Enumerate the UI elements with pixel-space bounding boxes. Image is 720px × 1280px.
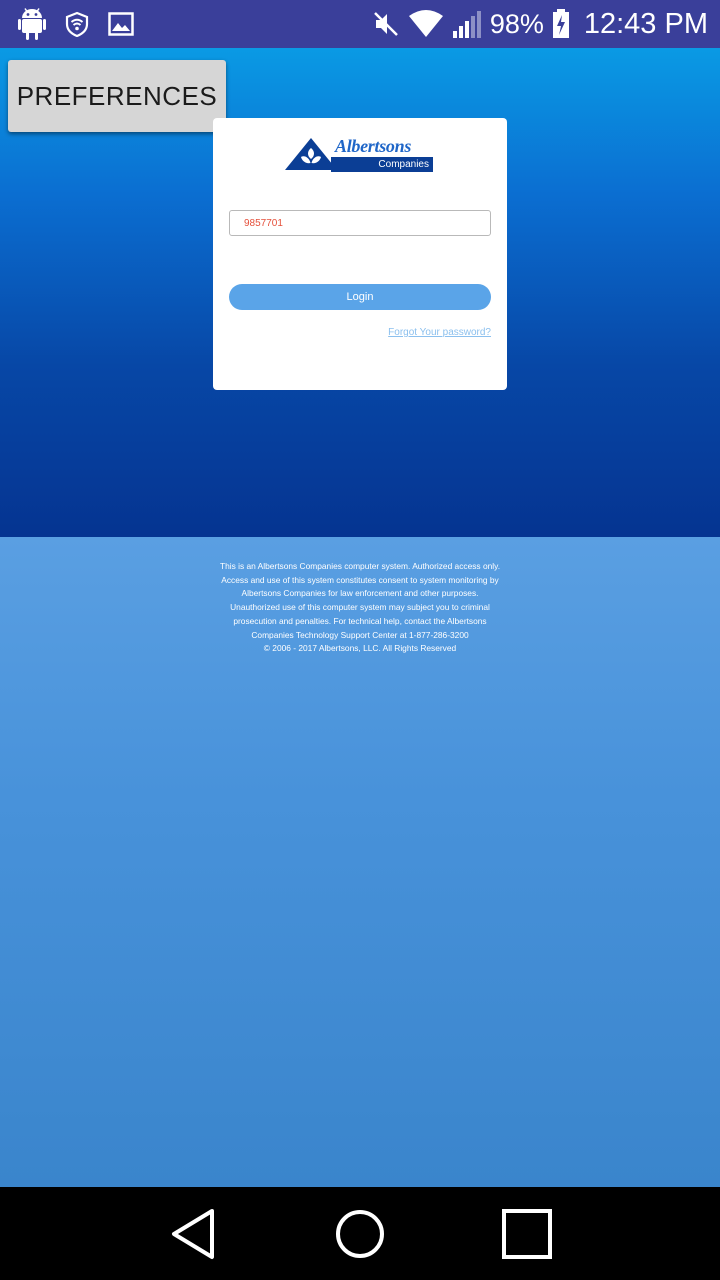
logo-subtitle: Companies (331, 157, 433, 172)
android-icon (18, 8, 46, 40)
shield-wifi-icon (64, 11, 90, 37)
preferences-button[interactable]: PREFERENCES (8, 60, 226, 132)
status-bar: 98% 12:43 PM (0, 0, 720, 48)
mute-icon (372, 10, 400, 38)
albertsons-logo-icon (285, 138, 337, 170)
login-card: Albertsons Companies Login Forgot Your p… (213, 118, 507, 390)
navigation-bar (0, 1187, 720, 1280)
username-input[interactable] (229, 210, 491, 236)
albertsons-logo: Albertsons Companies (285, 136, 435, 174)
clock: 12:43 PM (583, 7, 708, 40)
logo-name: Albertsons (335, 136, 412, 156)
disclaimer-text: This is an Albertsons Companies computer… (219, 561, 501, 640)
back-icon[interactable] (158, 1199, 228, 1269)
copyright-text: © 2006 - 2017 Albertsons, LLC. All Right… (263, 643, 457, 654)
image-icon (108, 12, 134, 36)
battery-charging-icon (552, 9, 570, 39)
recents-icon[interactable] (492, 1199, 562, 1269)
forgot-password-link[interactable]: Forgot Your password? (388, 327, 491, 338)
login-button[interactable]: Login (229, 284, 491, 310)
signal-icon (452, 9, 482, 39)
battery-percent: 98% (489, 8, 544, 39)
home-icon[interactable] (325, 1199, 395, 1269)
wifi-icon (408, 10, 444, 38)
legal-disclaimer: This is an Albertsons Companies computer… (216, 560, 504, 656)
